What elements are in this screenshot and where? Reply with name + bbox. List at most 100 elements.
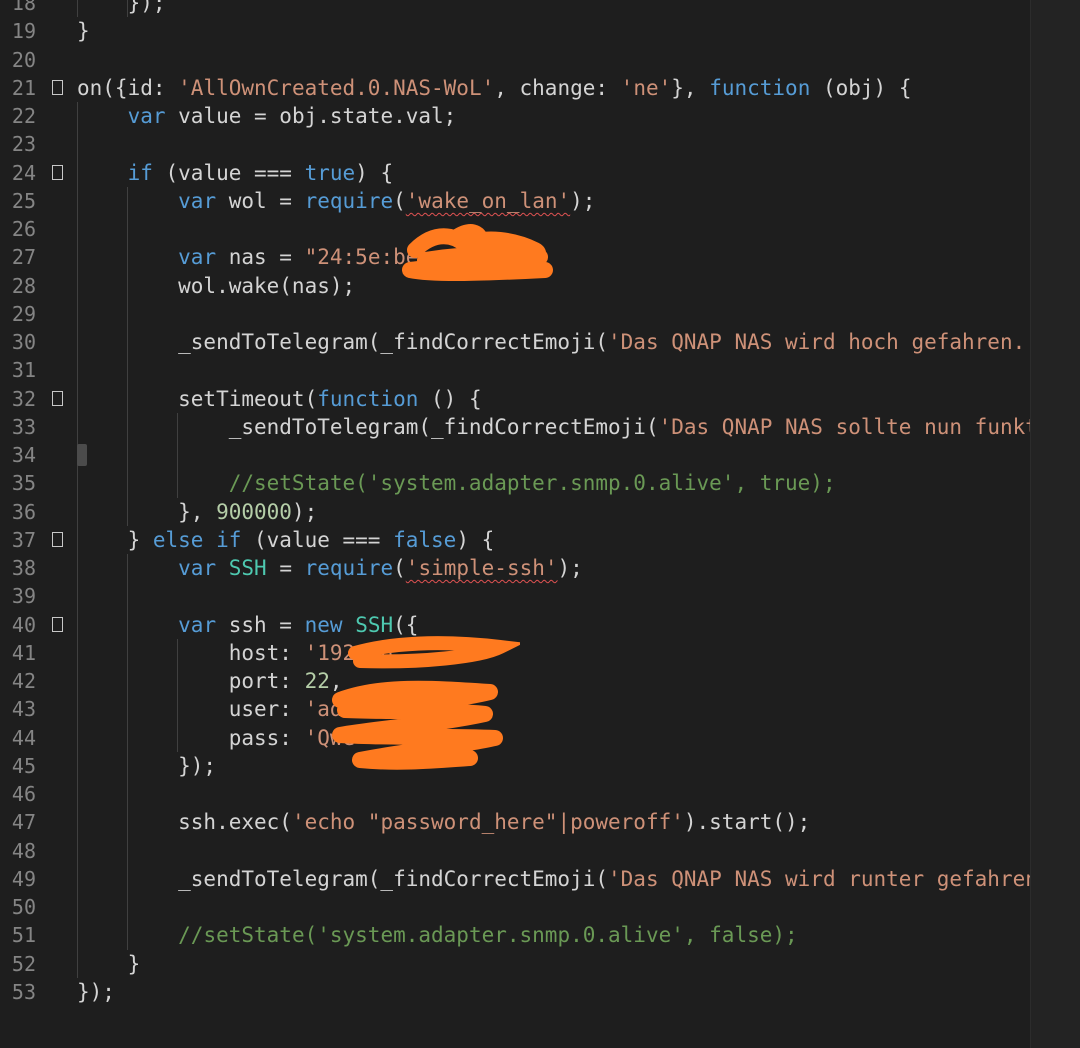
code-text[interactable]: } [77, 950, 141, 978]
code-text[interactable]: var ssh = new SSH({ [77, 611, 418, 639]
code-token: (obj) { [810, 75, 912, 100]
code-text[interactable]: _sendToTelegram(_findCorrectEmoji('Das Q… [77, 328, 1030, 356]
code-line[interactable]: 38 var SSH = require('simple-ssh'); [0, 554, 1030, 583]
code-text[interactable]: _sendToTelegram(_findCorrectEmoji('Das Q… [77, 413, 1030, 441]
code-text[interactable]: setTimeout(function () { [77, 385, 481, 413]
code-text[interactable]: wol.wake(nas); [77, 272, 355, 300]
code-token: //setState('system.adapter.snmp.0.alive'… [228, 471, 836, 496]
text-cursor [77, 444, 87, 466]
code-text[interactable]: host: '192.16 [77, 639, 393, 667]
code-token: "24:5e:be: f7 0" [304, 245, 533, 270]
fold-toggle-icon[interactable] [52, 164, 63, 180]
code-line[interactable]: 50 [0, 893, 1030, 922]
code-line[interactable]: 53}); [0, 978, 1030, 1006]
code-line[interactable]: 24 if (value === true) { [0, 158, 1030, 187]
code-token: } [77, 19, 90, 44]
code-area[interactable]: 18 }); 19} 20 21 on({id: 'AllOwnCreated.0.NA… [0, 0, 1030, 1006]
code-line[interactable]: 49 _sendToTelegram(_findCorrectEmoji('Da… [0, 864, 1030, 893]
code-line[interactable]: 33 _sendToTelegram(_findCorrectEmoji('Da… [0, 412, 1030, 441]
code-token: //setState('system.adapter.snmp.0.alive'… [178, 923, 798, 948]
line-number: 35 [11, 471, 36, 496]
fold-toggle-icon[interactable] [52, 79, 63, 95]
code-line[interactable]: 22 var value = obj.state.val; [0, 102, 1030, 131]
code-line[interactable]: 23 [0, 130, 1030, 159]
code-line[interactable]: 41 host: '192.16 [0, 638, 1030, 667]
code-text[interactable]: }); [77, 0, 166, 17]
code-text[interactable]: var SSH = require('simple-ssh'); [77, 554, 583, 582]
code-line[interactable]: 29 [0, 299, 1030, 328]
code-line[interactable]: 32 setTimeout(function () { [0, 384, 1030, 413]
code-token: value = obj.state.val; [165, 104, 457, 128]
indent-guide [127, 356, 128, 385]
code-token: ; [532, 245, 545, 270]
indent-guide [127, 780, 128, 809]
code-text[interactable]: _sendToTelegram(_findCorrectEmoji('Das Q… [77, 865, 1030, 893]
code-line[interactable]: 43 user: 'admi [0, 695, 1030, 724]
code-line[interactable]: 31 [0, 356, 1030, 385]
code-token: ( [393, 188, 406, 213]
line-number: 30 [11, 330, 36, 354]
code-text[interactable]: if (value === true) { [77, 159, 394, 187]
code-line[interactable]: 35 //setState('system.adapter.snmp.0.ali… [0, 469, 1030, 498]
indent-guide [127, 582, 128, 611]
code-text[interactable]: var nas = "24:5e:be: f7 0"; [77, 243, 545, 271]
code-text[interactable]: user: 'admi [77, 695, 368, 723]
code-text[interactable]: on({id: 'AllOwnCreated.0.NAS-WoL', chang… [77, 74, 912, 102]
code-text[interactable]: }, 900000); [77, 498, 317, 526]
code-text[interactable]: }); [77, 978, 115, 1006]
code-line[interactable]: 26 [0, 215, 1030, 244]
fold-toggle-icon[interactable] [52, 531, 63, 547]
code-line[interactable]: 30 _sendToTelegram(_findCorrectEmoji('Da… [0, 328, 1030, 357]
code-line[interactable]: 45 }); [0, 751, 1030, 780]
line-number: 52 [11, 951, 36, 976]
code-text[interactable]: //setState('system.adapter.snmp.0.alive'… [77, 469, 836, 497]
code-line[interactable]: 44 pass: 'Qwe [0, 723, 1030, 752]
minimap[interactable] [1030, 0, 1080, 1048]
code-line[interactable]: 19} [0, 17, 1030, 45]
indent-guide [77, 893, 78, 922]
code-text[interactable]: }); [77, 752, 216, 780]
code-line[interactable]: 47 ssh.exec('echo "password_here"|powero… [0, 808, 1030, 837]
code-token: setTimeout( [77, 386, 318, 411]
code-token: 900000 [216, 499, 292, 524]
fold-toggle-icon[interactable] [52, 616, 63, 632]
code-line[interactable]: 20 [0, 46, 1030, 74]
code-token: (value === [152, 160, 305, 185]
code-text[interactable]: //setState('system.adapter.snmp.0.alive'… [77, 921, 798, 949]
code-line[interactable]: 46 [0, 780, 1030, 809]
line-number: 50 [11, 895, 36, 919]
line-number: 20 [11, 47, 36, 72]
code-line[interactable]: 37 } else if (value === false) { [0, 525, 1030, 554]
code-line[interactable]: 51 //setState('system.adapter.snmp.0.ali… [0, 921, 1030, 950]
code-line[interactable]: 25 var wol = require('wake_on_lan'); [0, 186, 1030, 215]
code-text[interactable]: pass: 'Qwe [77, 724, 355, 752]
code-text[interactable]: var wol = require('wake_on_lan'); [77, 187, 595, 215]
code-text[interactable]: } [77, 17, 90, 45]
code-text[interactable]: var value = obj.state.val; [77, 102, 457, 130]
line-number: 36 [11, 499, 36, 524]
code-line[interactable]: 39 [0, 582, 1030, 611]
code-line[interactable]: 36 }, 900000); [0, 497, 1030, 526]
code-line[interactable]: 21 on({id: 'AllOwnCreated.0.NAS-WoL', cha… [0, 74, 1030, 102]
code-line[interactable]: 18 }); [0, 0, 1030, 18]
indent-guide [177, 441, 178, 470]
code-text[interactable]: port: 22, [77, 667, 343, 695]
code-token: ); [291, 499, 318, 524]
line-number: 41 [11, 640, 36, 665]
code-token: } [77, 951, 141, 976]
line-number: 51 [11, 923, 36, 948]
code-line[interactable]: 40 var ssh = new SSH({ [0, 610, 1030, 639]
code-line[interactable]: 52 } [0, 949, 1030, 978]
code-text[interactable]: } else if (value === false) { [77, 526, 495, 554]
code-line[interactable]: 27 var nas = "24:5e:be: f7 0"; [0, 243, 1030, 272]
code-text[interactable]: ssh.exec('echo "password_here"|poweroff'… [77, 808, 810, 836]
code-line[interactable]: 28 wol.wake(nas); [0, 271, 1030, 300]
code-editor[interactable]: 18 }); 19} 20 21 on({id: 'AllOwnCreated.0.NA… [0, 0, 1080, 1048]
code-line[interactable]: 34 [0, 441, 1030, 470]
fold-toggle-icon[interactable] [52, 390, 63, 406]
code-line[interactable]: 48 [0, 836, 1030, 865]
code-line[interactable]: 42 port: 22, [0, 667, 1030, 696]
